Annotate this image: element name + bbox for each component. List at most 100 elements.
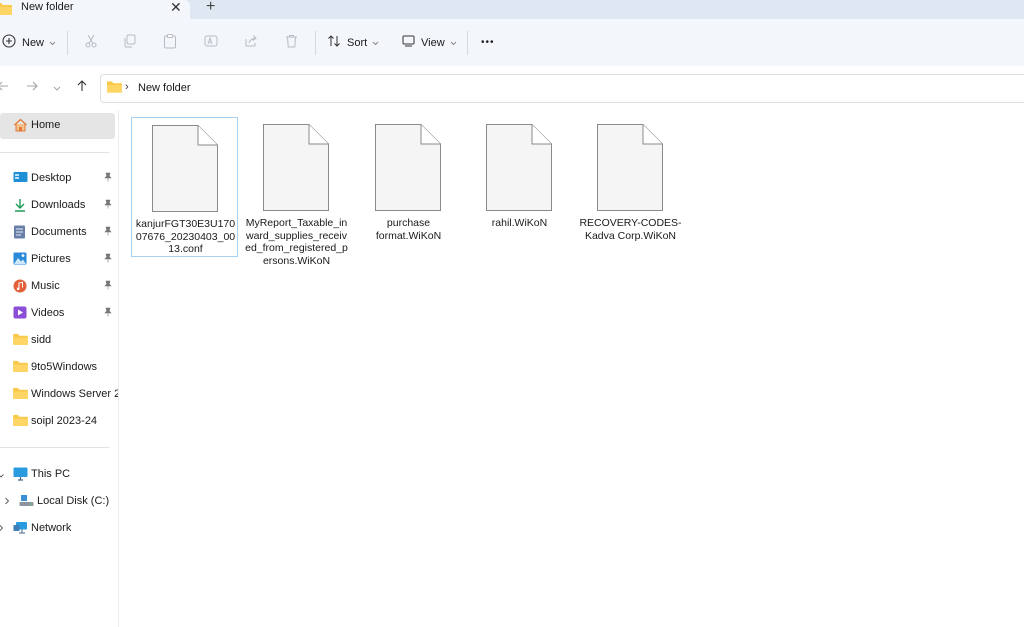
sidebar-item-pictures[interactable]: Pictures [0,247,118,273]
sidebar-item-music[interactable]: Music [0,274,118,300]
chevron-right-icon[interactable] [4,496,10,508]
toolbar-divider [467,31,468,55]
cut-button[interactable] [84,19,98,66]
delete-button[interactable] [285,19,298,66]
forward-arrow-icon[interactable] [26,80,38,95]
downloads-icon [13,198,27,215]
generic-file-icon [263,124,329,214]
clipboard-icon [163,33,177,52]
pin-icon[interactable] [103,307,113,320]
file-item[interactable]: purchase format.WiKoN [355,117,462,257]
sidebar-item-network[interactable]: Network [0,516,118,542]
copy-icon [123,34,137,51]
divider [0,152,109,153]
sidebar-item-videos[interactable]: Videos [0,301,118,327]
music-icon [13,279,27,296]
share-button[interactable] [244,19,258,66]
chevron-down-icon [450,37,457,49]
sidebar-label: Desktop [31,172,72,184]
paste-button[interactable] [163,19,177,66]
copy-button[interactable] [123,19,137,66]
sidebar-item-soipl[interactable]: soipl 2023-24 [0,409,118,435]
generic-file-icon [375,124,441,214]
sidebar-label: sidd [31,334,52,346]
computer-icon [13,467,28,484]
pin-icon[interactable] [103,253,113,266]
generic-file-icon [152,125,218,215]
pin-icon[interactable] [103,280,113,293]
folder-icon [13,387,28,402]
address-bar[interactable]: › New folder [100,74,1024,103]
folder-icon [13,333,28,348]
sidebar-label: Home [31,119,61,131]
trash-icon [285,34,298,51]
file-name: kanjurFGT30E3U17007676_20230403_0013.con… [135,218,236,255]
videos-icon [13,306,27,322]
sidebar-label: Documents [31,226,87,238]
navigation-pane: Home Desktop Downloads Documents Picture… [0,110,119,627]
home-icon [13,118,28,135]
rename-icon [204,34,218,51]
chevron-down-icon [372,37,379,49]
sidebar-item-documents[interactable]: Documents [0,220,118,246]
sidebar-item-desktop[interactable]: Desktop [0,166,118,192]
generic-file-icon [597,124,663,214]
command-bar: New Sort View ••• [0,19,1024,67]
sidebar-label: 9to5Windows [31,361,98,373]
sidebar-item-windows-server[interactable]: Windows Server 2022 [0,382,118,408]
back-arrow-icon[interactable] [0,80,9,95]
up-arrow-icon[interactable] [76,80,88,95]
pin-icon[interactable] [103,172,113,185]
network-icon [13,521,28,537]
desktop-icon [13,171,28,187]
sidebar-item-downloads[interactable]: Downloads [0,193,118,219]
folder-icon [13,360,28,375]
navigation-row: › New folder [0,66,1024,110]
folder-icon [107,80,122,96]
tab-strip: New folder ✕ + [0,0,1024,19]
sidebar-item-home[interactable]: Home [0,113,115,139]
file-name: purchase format.WiKoN [375,217,442,242]
folder-icon [0,2,12,18]
sort-icon [327,34,341,51]
tab-title: New folder [21,1,74,13]
sidebar-label: Downloads [31,199,86,211]
sort-button[interactable]: Sort [327,19,379,66]
new-tab-button[interactable]: + [206,0,215,16]
breadcrumb-separator[interactable]: › [125,81,129,93]
file-item[interactable]: rahil.WiKoN [466,117,573,257]
chevron-down-icon [49,37,56,49]
documents-icon [13,225,26,242]
toolbar-divider [315,31,316,55]
close-tab-icon[interactable]: ✕ [170,0,182,16]
file-item[interactable]: RECOVERY-CODES-Kadva Corp.WiKoN [577,117,684,257]
view-button[interactable]: View [402,19,457,66]
breadcrumb-new-folder[interactable]: New folder [138,82,191,94]
chevron-down-icon[interactable] [0,470,4,482]
sidebar-item-local-disk[interactable]: Local Disk (C:) [0,489,118,515]
file-item[interactable]: kanjurFGT30E3U17007676_20230403_0013.con… [131,117,238,257]
sidebar-label: Music [31,280,60,292]
view-icon [402,35,415,50]
sidebar-label: Local Disk (C:) [37,495,110,507]
recent-locations-chevron-icon[interactable] [53,83,61,95]
sidebar-label: Pictures [31,253,71,265]
sidebar-item-9to5windows[interactable]: 9to5Windows [0,355,118,381]
sidebar-item-this-pc[interactable]: This PC [0,462,118,488]
new-label: New [22,36,45,49]
new-button[interactable]: New [2,19,56,66]
pin-icon[interactable] [103,226,113,239]
file-item[interactable]: MyReport_Taxable_inward_supplies_receive… [243,117,350,267]
see-more-button[interactable]: ••• [481,19,495,66]
pin-icon[interactable] [103,199,113,212]
folder-icon [13,414,28,429]
chevron-right-icon[interactable] [0,523,4,535]
sidebar-label: Windows Server 2022 [31,388,118,400]
generic-file-icon [486,124,552,214]
sidebar-item-sidd[interactable]: sidd [0,328,118,354]
tab-new-folder[interactable]: New folder ✕ [0,0,190,19]
sort-label: Sort [347,36,368,49]
rename-button[interactable] [204,19,218,66]
view-label: View [421,36,445,49]
scissors-icon [84,34,98,51]
